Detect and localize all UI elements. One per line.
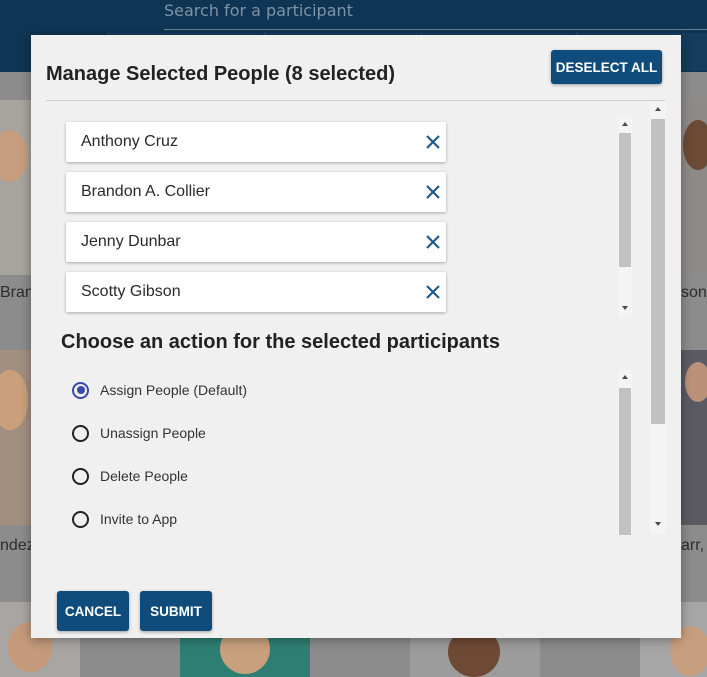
person-name: Brandon A. Collier	[81, 183, 210, 200]
participant-name: arr, I	[681, 537, 707, 554]
participant-search-input[interactable]: Search for a participant	[164, 0, 707, 30]
action-option-invite[interactable]: Invite to App	[72, 508, 472, 530]
participant-photo	[0, 130, 28, 182]
participant-card[interactable]	[0, 350, 31, 525]
action-heading: Choose an action for the selected partic…	[61, 331, 500, 353]
person-name: Jenny Dunbar	[81, 233, 181, 250]
radio-unchecked-icon[interactable]	[72, 424, 89, 442]
close-icon[interactable]	[424, 282, 442, 302]
scroll-up-arrow-icon[interactable]	[621, 375, 628, 379]
actions-scrollbar[interactable]	[618, 370, 632, 535]
participant-photo	[685, 362, 707, 402]
action-option-assign[interactable]: Assign People (Default)	[72, 379, 472, 401]
actions-scroll-thumb[interactable]	[619, 388, 631, 535]
radio-unchecked-icon[interactable]	[72, 467, 89, 485]
scroll-up-arrow-icon[interactable]	[654, 107, 661, 111]
option-label: Unassign People	[100, 425, 206, 441]
participant-name: ndez	[0, 537, 35, 554]
scroll-down-arrow-icon[interactable]	[654, 522, 661, 526]
title-divider	[46, 100, 665, 101]
action-option-unassign[interactable]: Unassign People	[72, 422, 472, 444]
person-name: Scotty Gibson	[81, 283, 181, 300]
option-label: Delete People	[100, 468, 188, 484]
radio-unchecked-icon[interactable]	[72, 510, 89, 528]
selected-person-item: Anthony Cruz	[66, 122, 446, 162]
action-option-delete[interactable]: Delete People	[72, 465, 472, 487]
selected-person-item: Brandon A. Collier	[66, 172, 446, 212]
close-icon[interactable]	[424, 182, 442, 202]
participant-photo	[683, 120, 707, 170]
person-name: Anthony Cruz	[81, 133, 178, 150]
people-list-scrollbar[interactable]	[618, 117, 632, 317]
selected-person-item: Scotty Gibson	[66, 272, 446, 312]
dialog-title: Manage Selected People (8 selected)	[46, 63, 396, 85]
radio-checked-icon[interactable]	[72, 381, 89, 399]
close-icon[interactable]	[424, 132, 442, 152]
scroll-up-arrow-icon[interactable]	[621, 122, 628, 126]
dialog-scroll-thumb[interactable]	[651, 119, 665, 424]
participant-name: son,	[681, 284, 707, 301]
option-label: Invite to App	[100, 511, 178, 527]
manage-selected-people-dialog: Manage Selected People (8 selected) DESE…	[31, 35, 681, 638]
selected-person-item: Jenny Dunbar	[66, 222, 446, 262]
scroll-down-arrow-icon[interactable]	[621, 306, 628, 310]
option-label: Assign People (Default)	[100, 382, 248, 398]
participant-card[interactable]	[0, 100, 31, 275]
participant-card[interactable]	[681, 350, 707, 525]
submit-button[interactable]: SUBMIT	[140, 591, 212, 631]
participant-name: Bran	[0, 284, 34, 301]
dialog-scrollbar[interactable]	[650, 102, 666, 534]
participant-card[interactable]	[681, 100, 707, 275]
cancel-button[interactable]: CANCEL	[57, 591, 129, 631]
participant-photo	[0, 370, 28, 430]
deselect-all-button[interactable]: DESELECT ALL	[551, 50, 662, 84]
close-icon[interactable]	[424, 232, 442, 252]
people-list-scroll-thumb[interactable]	[619, 133, 631, 267]
